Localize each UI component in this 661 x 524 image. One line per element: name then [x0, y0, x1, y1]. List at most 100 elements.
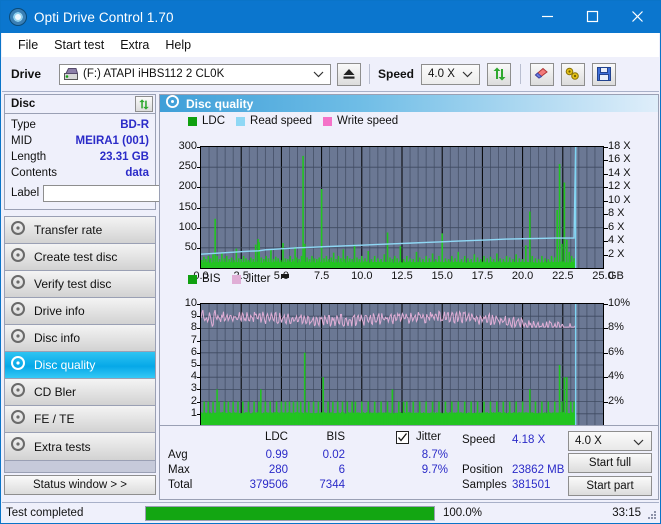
- start-part-button[interactable]: Start part: [568, 476, 652, 496]
- sidebar-item-transfer-rate[interactable]: Transfer rate: [5, 217, 155, 244]
- drive-select[interactable]: (F:) ATAPI iHBS112 2 CL0K: [59, 63, 331, 85]
- y-tick-label: 8: [190, 321, 197, 334]
- y2-tick-mark: [604, 187, 608, 189]
- menu-extra[interactable]: Extra: [112, 35, 157, 55]
- progress-percent: 100.0%: [443, 507, 483, 519]
- progress-bar-fill: [146, 506, 434, 520]
- nav-list-filler: [4, 461, 156, 473]
- menu-file[interactable]: File: [10, 35, 46, 55]
- eraser-icon: [534, 67, 548, 79]
- y-tick-label: 5: [190, 358, 197, 370]
- disc-key: Length: [11, 151, 47, 163]
- save-button[interactable]: [592, 62, 617, 86]
- stats-speed-select-value: 4.0 X: [575, 435, 602, 447]
- y2-tick-label: 4 X: [608, 234, 625, 247]
- x-tick-label: 20.0: [511, 270, 534, 282]
- disc-icon: [11, 301, 25, 321]
- disc-icon: [11, 437, 25, 456]
- chevron-down-icon: [633, 437, 644, 449]
- x-tick-label: 15.0: [431, 270, 453, 282]
- y-tick-label: 9: [190, 309, 197, 322]
- x-tick-label: 22.5: [552, 270, 574, 282]
- disc-value: BD-R: [120, 119, 149, 131]
- legend-label: Read speed: [250, 115, 313, 127]
- start-full-button[interactable]: Start full: [568, 453, 652, 473]
- y2-tick-mark: [604, 200, 608, 202]
- y-tick-label: 150: [178, 200, 197, 213]
- disc-info-body: Type BD-R MID MEIRA1 (001) Length 23.31 …: [4, 114, 246, 210]
- sidebar-item-drive-info[interactable]: Drive info: [5, 298, 155, 325]
- stats-speed-key: Speed: [462, 434, 496, 446]
- y-tick-mark: [197, 401, 201, 403]
- menu-help[interactable]: Help: [157, 35, 199, 55]
- sidebar-item-label: Verify test disc: [34, 277, 112, 291]
- y-tick-label: 2: [190, 394, 197, 407]
- tools-button[interactable]: [561, 62, 586, 86]
- speed-label: Speed: [378, 67, 415, 81]
- close-icon[interactable]: [615, 1, 660, 32]
- disc-row-length: Length 23.31 GB: [11, 149, 149, 165]
- y-tick-label: 50: [184, 240, 197, 253]
- stats-ldc-total: 379506: [249, 479, 288, 491]
- sidebar-item-label: FE / TE: [34, 412, 75, 426]
- disc-row-contents: Contents data: [11, 165, 149, 181]
- status-window-button[interactable]: Status window > >: [4, 475, 156, 495]
- drive-label: Drive: [11, 67, 42, 81]
- stats-speed-select[interactable]: 4.0 X: [568, 431, 652, 451]
- app-icon: [9, 8, 27, 26]
- legend-swatch-ldc: [188, 116, 197, 126]
- jitter-checkbox[interactable]: [396, 431, 409, 444]
- legend-swatch-bis: [188, 274, 197, 284]
- sidebar-item-cd-bler[interactable]: CD Bler: [5, 379, 155, 406]
- y2-tick-mark: [604, 147, 608, 148]
- disc-label-key: Label: [11, 187, 40, 199]
- x-tick-label: 10.0: [351, 270, 373, 282]
- drive-value: (F:) ATAPI iHBS112 2 CL0K: [83, 68, 225, 80]
- minimize-icon[interactable]: [525, 1, 570, 32]
- erase-button[interactable]: [530, 62, 555, 86]
- window-controls: [525, 1, 660, 32]
- y2-tick-mark: [604, 214, 608, 216]
- sidebar-item-label: Disc info: [34, 331, 81, 345]
- sidebar-item-disc-quality[interactable]: Disc quality: [5, 352, 155, 379]
- refresh-icon: [493, 67, 506, 81]
- eject-button[interactable]: [337, 62, 361, 86]
- y2-tick-mark: [604, 304, 608, 305]
- y2-tick-label: 8%: [608, 321, 624, 334]
- x-tick-label: 7.5: [313, 270, 330, 282]
- sidebar-item-extra-tests[interactable]: Extra tests: [5, 433, 155, 460]
- stats-panel: LDC BIS Jitter Avg Max Total 0.99 280 37…: [159, 425, 659, 500]
- sidebar-item-disc-info[interactable]: Disc info: [5, 325, 155, 352]
- speed-value: 4.0 X: [428, 68, 455, 80]
- progress-bar: [145, 505, 435, 521]
- y2-tick-label: 14 X: [608, 166, 631, 179]
- sidebar-item-verify-test-disc[interactable]: Verify test disc: [5, 271, 155, 298]
- legend-swatch-jitter: [231, 274, 241, 284]
- maximize-icon[interactable]: [570, 1, 615, 32]
- legend-label: Write speed: [337, 115, 399, 127]
- disc-key: Type: [11, 119, 36, 131]
- refresh-button[interactable]: [487, 62, 512, 86]
- save-icon: [597, 67, 612, 81]
- disc-label-row: Label: [11, 182, 246, 204]
- y2-tick-mark: [604, 377, 608, 379]
- bis-plot-svg: [201, 304, 603, 426]
- drive-toolbar: Drive (F:) ATAPI iHBS112 2 CL0K Speed 4.…: [2, 57, 659, 92]
- stats-row-key-max: Max: [168, 464, 190, 476]
- legend-write-speed: Write speed: [323, 115, 398, 127]
- disc-row-mid: MID MEIRA1 (001): [11, 133, 149, 149]
- y-tick-mark: [197, 389, 201, 391]
- toolbar-divider-2: [520, 64, 522, 84]
- disc-section-header: Disc: [4, 94, 156, 114]
- sidebar-item-fe-te[interactable]: FE / TE: [5, 406, 155, 433]
- stats-col-bis: BIS: [326, 431, 345, 443]
- resize-grip-icon[interactable]: [645, 509, 657, 521]
- disc-refresh-button[interactable]: [135, 96, 153, 112]
- tools-icon: [565, 67, 579, 80]
- disc-icon: [11, 328, 25, 348]
- legend-label: BIS: [202, 273, 221, 285]
- y-tick-mark: [197, 247, 201, 249]
- sidebar-item-create-test-disc[interactable]: Create test disc: [5, 244, 155, 271]
- speed-select[interactable]: 4.0 X: [421, 63, 481, 85]
- menu-start-test[interactable]: Start test: [46, 35, 112, 55]
